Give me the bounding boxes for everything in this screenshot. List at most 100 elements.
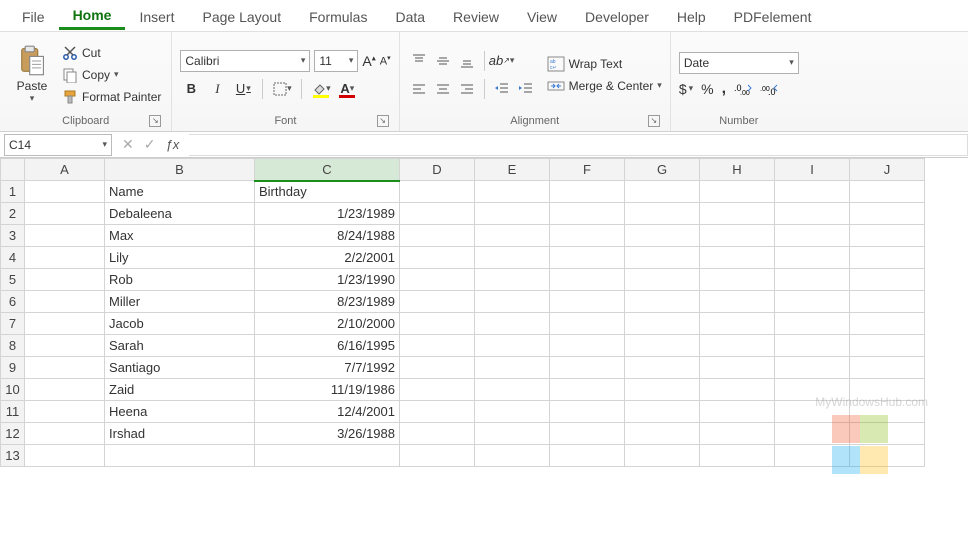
font-color-button[interactable]: A▾ (336, 78, 358, 100)
border-button[interactable]: ▾ (271, 78, 293, 100)
column-header-I[interactable]: I (775, 159, 850, 181)
cell-C4[interactable]: 2/2/2001 (255, 247, 400, 269)
cell-D10[interactable] (400, 379, 475, 401)
comma-format-button[interactable]: , (722, 80, 726, 98)
cell-B3[interactable]: Max (105, 225, 255, 247)
cell-A12[interactable] (25, 423, 105, 445)
increase-decimal-button[interactable]: .0.00 (734, 82, 752, 96)
cell-G8[interactable] (625, 335, 700, 357)
cell-E2[interactable] (475, 203, 550, 225)
column-header-J[interactable]: J (850, 159, 925, 181)
cell-G11[interactable] (625, 401, 700, 423)
cell-I12[interactable] (775, 423, 850, 445)
decrease-decimal-button[interactable]: .00.0 (760, 82, 778, 96)
cell-A9[interactable] (25, 357, 105, 379)
merge-center-button[interactable]: Merge & Center ▾ (547, 78, 662, 94)
row-header-5[interactable]: 5 (1, 269, 25, 291)
align-left-button[interactable] (408, 78, 430, 100)
cell-F12[interactable] (550, 423, 625, 445)
spreadsheet-grid[interactable]: ABCDEFGHIJ1NameBirthday2Debaleena1/23/19… (0, 158, 968, 467)
cell-D2[interactable] (400, 203, 475, 225)
cell-E1[interactable] (475, 181, 550, 203)
row-header-10[interactable]: 10 (1, 379, 25, 401)
tab-page-layout[interactable]: Page Layout (188, 3, 295, 29)
cell-D4[interactable] (400, 247, 475, 269)
column-header-G[interactable]: G (625, 159, 700, 181)
cell-E4[interactable] (475, 247, 550, 269)
cell-I9[interactable] (775, 357, 850, 379)
cell-D13[interactable] (400, 445, 475, 467)
cell-D11[interactable] (400, 401, 475, 423)
cell-G9[interactable] (625, 357, 700, 379)
cancel-formula-button[interactable]: ✕ (122, 136, 134, 153)
align-middle-button[interactable] (432, 50, 454, 72)
cell-F6[interactable] (550, 291, 625, 313)
cell-A4[interactable] (25, 247, 105, 269)
cell-D6[interactable] (400, 291, 475, 313)
cell-G12[interactable] (625, 423, 700, 445)
row-header-3[interactable]: 3 (1, 225, 25, 247)
tab-help[interactable]: Help (663, 3, 720, 29)
cell-B4[interactable]: Lily (105, 247, 255, 269)
cell-G13[interactable] (625, 445, 700, 467)
wrap-text-button[interactable]: abc↵ Wrap Text (547, 56, 662, 72)
cell-B8[interactable]: Sarah (105, 335, 255, 357)
cell-E6[interactable] (475, 291, 550, 313)
cell-D9[interactable] (400, 357, 475, 379)
cell-C7[interactable]: 2/10/2000 (255, 313, 400, 335)
align-top-button[interactable] (408, 50, 430, 72)
cell-I1[interactable] (775, 181, 850, 203)
dialog-launcher[interactable]: ↘ (149, 115, 161, 127)
cell-E11[interactable] (475, 401, 550, 423)
increase-indent-button[interactable] (515, 78, 537, 100)
cell-B2[interactable]: Debaleena (105, 203, 255, 225)
cell-E12[interactable] (475, 423, 550, 445)
cell-J11[interactable] (850, 401, 925, 423)
cell-I3[interactable] (775, 225, 850, 247)
cell-H10[interactable] (700, 379, 775, 401)
cell-F2[interactable] (550, 203, 625, 225)
cell-H12[interactable] (700, 423, 775, 445)
cell-H3[interactable] (700, 225, 775, 247)
cell-I11[interactable] (775, 401, 850, 423)
cell-I2[interactable] (775, 203, 850, 225)
cell-A1[interactable] (25, 181, 105, 203)
cell-F8[interactable] (550, 335, 625, 357)
cell-C5[interactable]: 1/23/1990 (255, 269, 400, 291)
cell-H8[interactable] (700, 335, 775, 357)
cell-D5[interactable] (400, 269, 475, 291)
cell-G1[interactable] (625, 181, 700, 203)
cell-D8[interactable] (400, 335, 475, 357)
cell-D12[interactable] (400, 423, 475, 445)
name-box[interactable]: C14▾ (4, 134, 112, 156)
tab-formulas[interactable]: Formulas (295, 3, 381, 29)
orientation-button[interactable]: ab↗▾ (491, 50, 513, 72)
cell-A6[interactable] (25, 291, 105, 313)
cell-B7[interactable]: Jacob (105, 313, 255, 335)
fill-color-button[interactable]: ▾ (310, 78, 332, 100)
cell-B13[interactable] (105, 445, 255, 467)
cell-J7[interactable] (850, 313, 925, 335)
format-painter-button[interactable]: Format Painter (60, 88, 163, 106)
tab-home[interactable]: Home (59, 1, 126, 30)
align-center-button[interactable] (432, 78, 454, 100)
cell-A10[interactable] (25, 379, 105, 401)
cell-H6[interactable] (700, 291, 775, 313)
cell-F4[interactable] (550, 247, 625, 269)
tab-file[interactable]: File (8, 3, 59, 29)
underline-button[interactable]: U▾ (232, 78, 254, 100)
increase-font-button[interactable]: A▴ (362, 53, 375, 69)
cell-J5[interactable] (850, 269, 925, 291)
cell-J2[interactable] (850, 203, 925, 225)
cell-G3[interactable] (625, 225, 700, 247)
column-header-H[interactable]: H (700, 159, 775, 181)
cell-D7[interactable] (400, 313, 475, 335)
decrease-font-button[interactable]: A▾ (380, 54, 391, 68)
row-header-9[interactable]: 9 (1, 357, 25, 379)
italic-button[interactable]: I (206, 78, 228, 100)
cell-J4[interactable] (850, 247, 925, 269)
cell-F3[interactable] (550, 225, 625, 247)
tab-view[interactable]: View (513, 3, 571, 29)
cell-J9[interactable] (850, 357, 925, 379)
cell-G5[interactable] (625, 269, 700, 291)
